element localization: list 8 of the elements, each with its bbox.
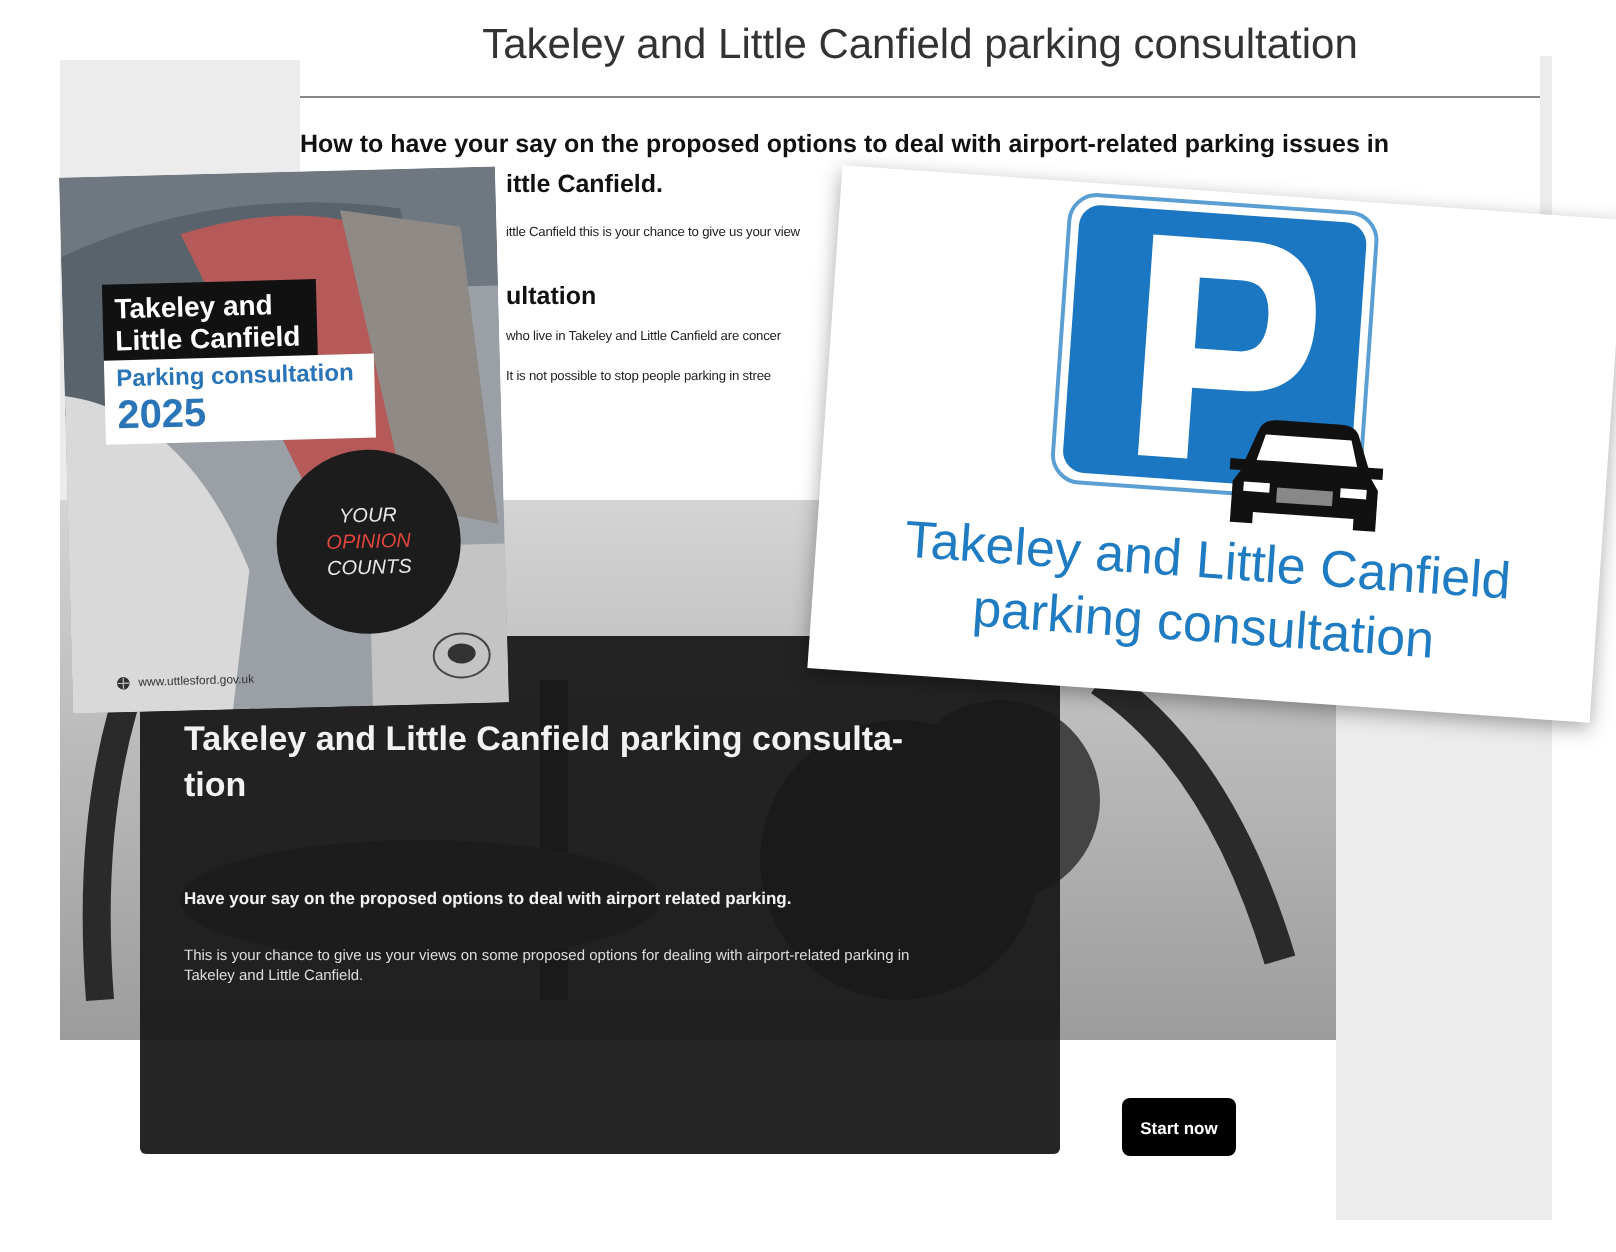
caption: Takeley and Little Canfield parking consultation: [901, 506, 1515, 674]
subheading: ultation: [506, 282, 599, 310]
start-button[interactable]: Start now: [1122, 1098, 1236, 1156]
heading: ittle Canfield.: [506, 168, 665, 202]
hero-lead: Have your say on the proposed options to deal with airport related parking.: [184, 888, 794, 908]
page-title: Takeley and Little Canfield parking consultation: [480, 20, 1360, 72]
heading: How to have your say on the proposed options to deal with airport-related parking issues in: [300, 128, 1392, 162]
hero-title: Takeley and Little Canfield parking consulta- tion: [184, 718, 906, 808]
